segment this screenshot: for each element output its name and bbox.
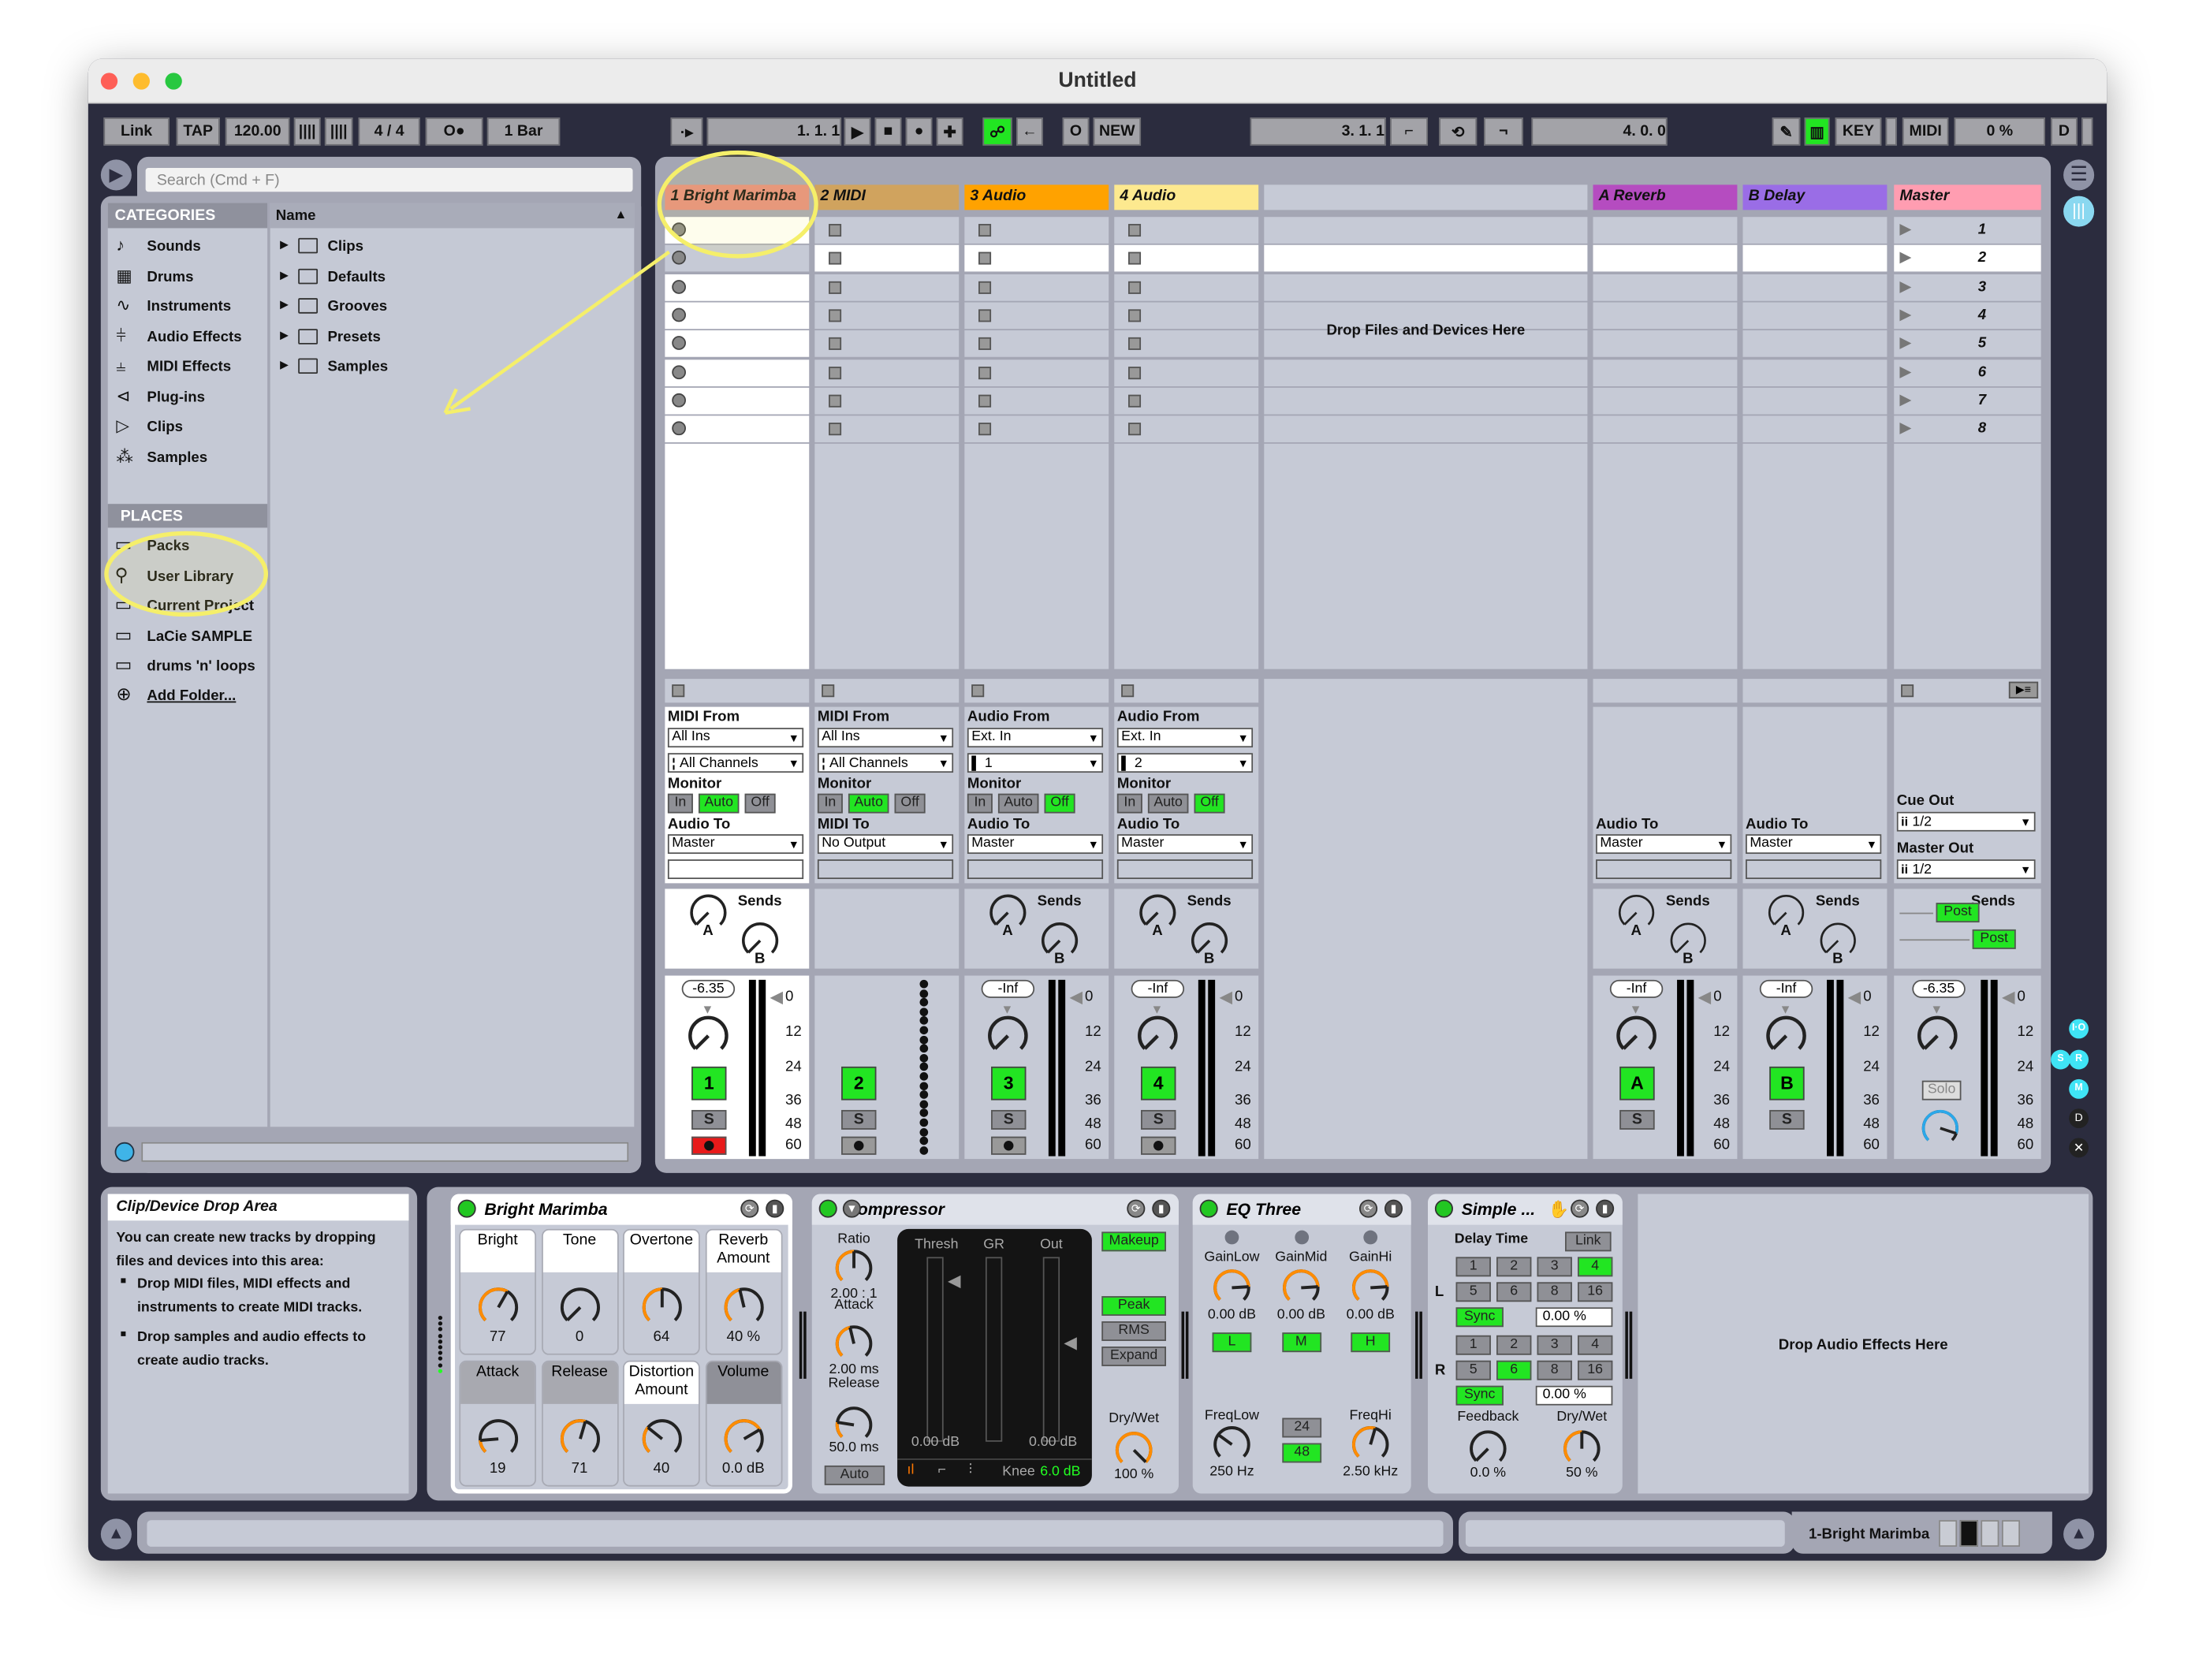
annotation-overlay (104, 150, 818, 617)
ableton-live-screen: Untitled Link TAP 120.00 |||| |||| 4 / 4 O● 1 Ba… (0, 0, 2195, 1680)
annotation-circle-track-header (657, 150, 818, 259)
annotation-arrow-line (449, 250, 670, 411)
annotation-arrow-head (443, 388, 471, 415)
annotation-circle-user-library (104, 531, 269, 617)
